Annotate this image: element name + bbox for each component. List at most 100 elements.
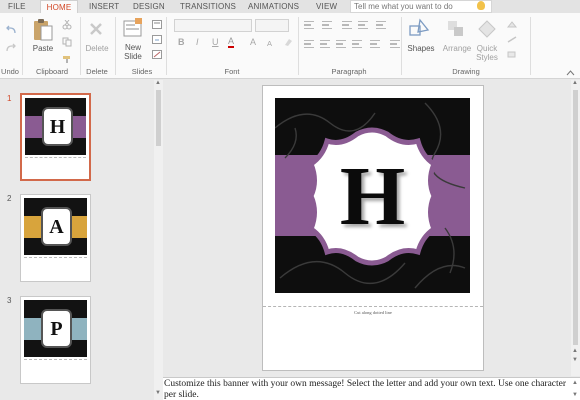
grow-font-button[interactable]: A: [250, 37, 256, 47]
collapse-ribbon-icon[interactable]: [566, 69, 575, 76]
divider: [22, 17, 23, 75]
slide-editing-area: H Cut along dotted line ▲ ▲ ▼: [164, 80, 580, 376]
current-slide[interactable]: H Cut along dotted line: [262, 85, 484, 371]
shapes-button[interactable]: Shapes: [405, 44, 437, 53]
section-icon[interactable]: [152, 50, 162, 59]
align-center-icon[interactable]: [320, 40, 330, 48]
decrease-indent-icon[interactable]: [342, 21, 352, 29]
divider: [115, 17, 116, 75]
cut-instruction-text: Cut along dotted line: [354, 310, 392, 315]
slides-group-label: Slides: [131, 67, 153, 76]
paste-button[interactable]: Paste: [30, 44, 56, 53]
quick-styles-label-line1[interactable]: Quick: [474, 44, 500, 53]
font-group-label: Font: [224, 67, 240, 76]
justify-icon[interactable]: [352, 40, 362, 48]
redo-icon[interactable]: [5, 43, 17, 53]
bullets-icon[interactable]: [304, 21, 314, 29]
format-painter-icon[interactable]: [62, 55, 72, 64]
new-slide-label-line2[interactable]: Slide: [120, 52, 146, 61]
notes-text[interactable]: Customize this banner with your own mess…: [164, 379, 569, 400]
reset-icon[interactable]: [152, 35, 162, 44]
font-family-select[interactable]: [174, 19, 252, 32]
font-size-select[interactable]: [255, 19, 289, 32]
shrink-font-button[interactable]: A: [267, 39, 272, 48]
new-slide-icon[interactable]: [123, 18, 143, 40]
numbering-icon[interactable]: [322, 21, 332, 29]
undo-group-label: Undo: [1, 67, 19, 76]
delete-group-label: Delete: [86, 67, 108, 76]
slide-scrollbar[interactable]: ▲ ▲ ▼: [571, 80, 580, 376]
shape-fill-icon[interactable]: [506, 20, 518, 29]
arrange-button[interactable]: Arrange: [440, 44, 474, 53]
slide-thumbnail-2[interactable]: A: [20, 194, 91, 282]
next-slide-icon[interactable]: ▼: [572, 357, 578, 363]
slide-thumbnail-3[interactable]: P: [20, 296, 91, 384]
align-right-icon[interactable]: [336, 40, 346, 48]
lightbulb-icon: [477, 1, 485, 10]
bold-button[interactable]: B: [178, 37, 185, 47]
divider: [80, 17, 81, 75]
banner-artwork[interactable]: H: [275, 98, 470, 293]
clear-formatting-icon[interactable]: [283, 37, 293, 47]
arrange-icon[interactable]: [447, 20, 465, 38]
underline-button[interactable]: U: [212, 37, 219, 47]
columns-icon[interactable]: [370, 40, 380, 48]
scrollbar-thumb[interactable]: [573, 90, 578, 345]
tab-home[interactable]: HOME: [40, 0, 78, 13]
divider: [530, 17, 531, 75]
increase-indent-icon[interactable]: [358, 21, 368, 29]
thumbnail-number: 3: [7, 296, 12, 305]
scroll-down-arrow-icon[interactable]: ▼: [155, 390, 161, 396]
align-left-icon[interactable]: [304, 40, 314, 48]
undo-icon[interactable]: [5, 25, 17, 35]
ribbon-tab-bar: FILE HOME INSERT DESIGN TRANSITIONS ANIM…: [0, 0, 580, 13]
notes-pane[interactable]: Customize this banner with your own mess…: [163, 377, 580, 400]
scroll-up-arrow-icon[interactable]: ▲: [155, 80, 161, 86]
scroll-up-arrow-icon[interactable]: ▲: [572, 80, 578, 86]
new-slide-label-line1[interactable]: New: [120, 43, 146, 52]
shapes-icon[interactable]: [408, 18, 432, 40]
notes-scroll-up-icon[interactable]: ▲: [572, 380, 578, 386]
thumbnail-artwork: A: [24, 198, 87, 255]
line-spacing-icon[interactable]: [376, 21, 386, 29]
divider: [298, 17, 299, 75]
tab-file[interactable]: FILE: [8, 0, 26, 13]
thumbnail-number: 2: [7, 194, 12, 203]
tab-design[interactable]: DESIGN: [133, 0, 165, 13]
tell-me-search-input[interactable]: Tell me what you want to do: [350, 0, 492, 13]
scrollbar-thumb[interactable]: [156, 90, 161, 146]
shape-effects-icon[interactable]: [506, 50, 518, 59]
paste-icon[interactable]: [32, 18, 54, 42]
font-color-button[interactable]: A: [228, 37, 235, 48]
shape-outline-icon[interactable]: [506, 35, 518, 44]
thumbnail-cut-line: [25, 157, 86, 158]
tab-animations[interactable]: ANIMATIONS: [248, 0, 299, 13]
italic-button[interactable]: I: [196, 37, 199, 47]
cut-icon[interactable]: [62, 20, 72, 30]
thumbnail-letter: P: [41, 309, 72, 348]
slide-thumbnail-1[interactable]: H: [20, 93, 91, 181]
thumbnail-artwork: P: [24, 300, 87, 357]
delete-button[interactable]: Delete: [82, 44, 112, 53]
divider: [166, 17, 167, 75]
tab-transitions[interactable]: TRANSITIONS: [180, 0, 236, 13]
previous-slide-icon[interactable]: ▲: [572, 348, 578, 354]
drawing-group-label: Drawing: [452, 67, 480, 76]
quick-styles-label-line2[interactable]: Styles: [474, 53, 500, 62]
ribbon: Undo Paste Clipboard Delete Delete New S…: [0, 13, 580, 79]
slide-thumbnail-pane: ▲ ▼ 1 H 2 A 3 P: [0, 80, 163, 400]
tab-view[interactable]: VIEW: [316, 0, 337, 13]
copy-icon[interactable]: [62, 37, 72, 47]
thumbnail-number: 1: [7, 94, 12, 103]
layout-icon[interactable]: [152, 20, 162, 29]
thumbnail-scrollbar[interactable]: ▲ ▼: [154, 80, 163, 400]
tab-insert[interactable]: INSERT: [89, 0, 119, 13]
banner-letter[interactable]: H: [302, 126, 443, 267]
thumbnail-artwork: H: [25, 98, 86, 155]
text-direction-icon[interactable]: [390, 40, 400, 48]
thumbnail-letter: A: [41, 207, 72, 246]
delete-x-icon[interactable]: [88, 21, 104, 37]
thumbnail-cut-line: [24, 257, 87, 258]
notes-scroll-down-icon[interactable]: ▼: [572, 392, 578, 398]
quick-styles-icon[interactable]: [478, 20, 496, 38]
